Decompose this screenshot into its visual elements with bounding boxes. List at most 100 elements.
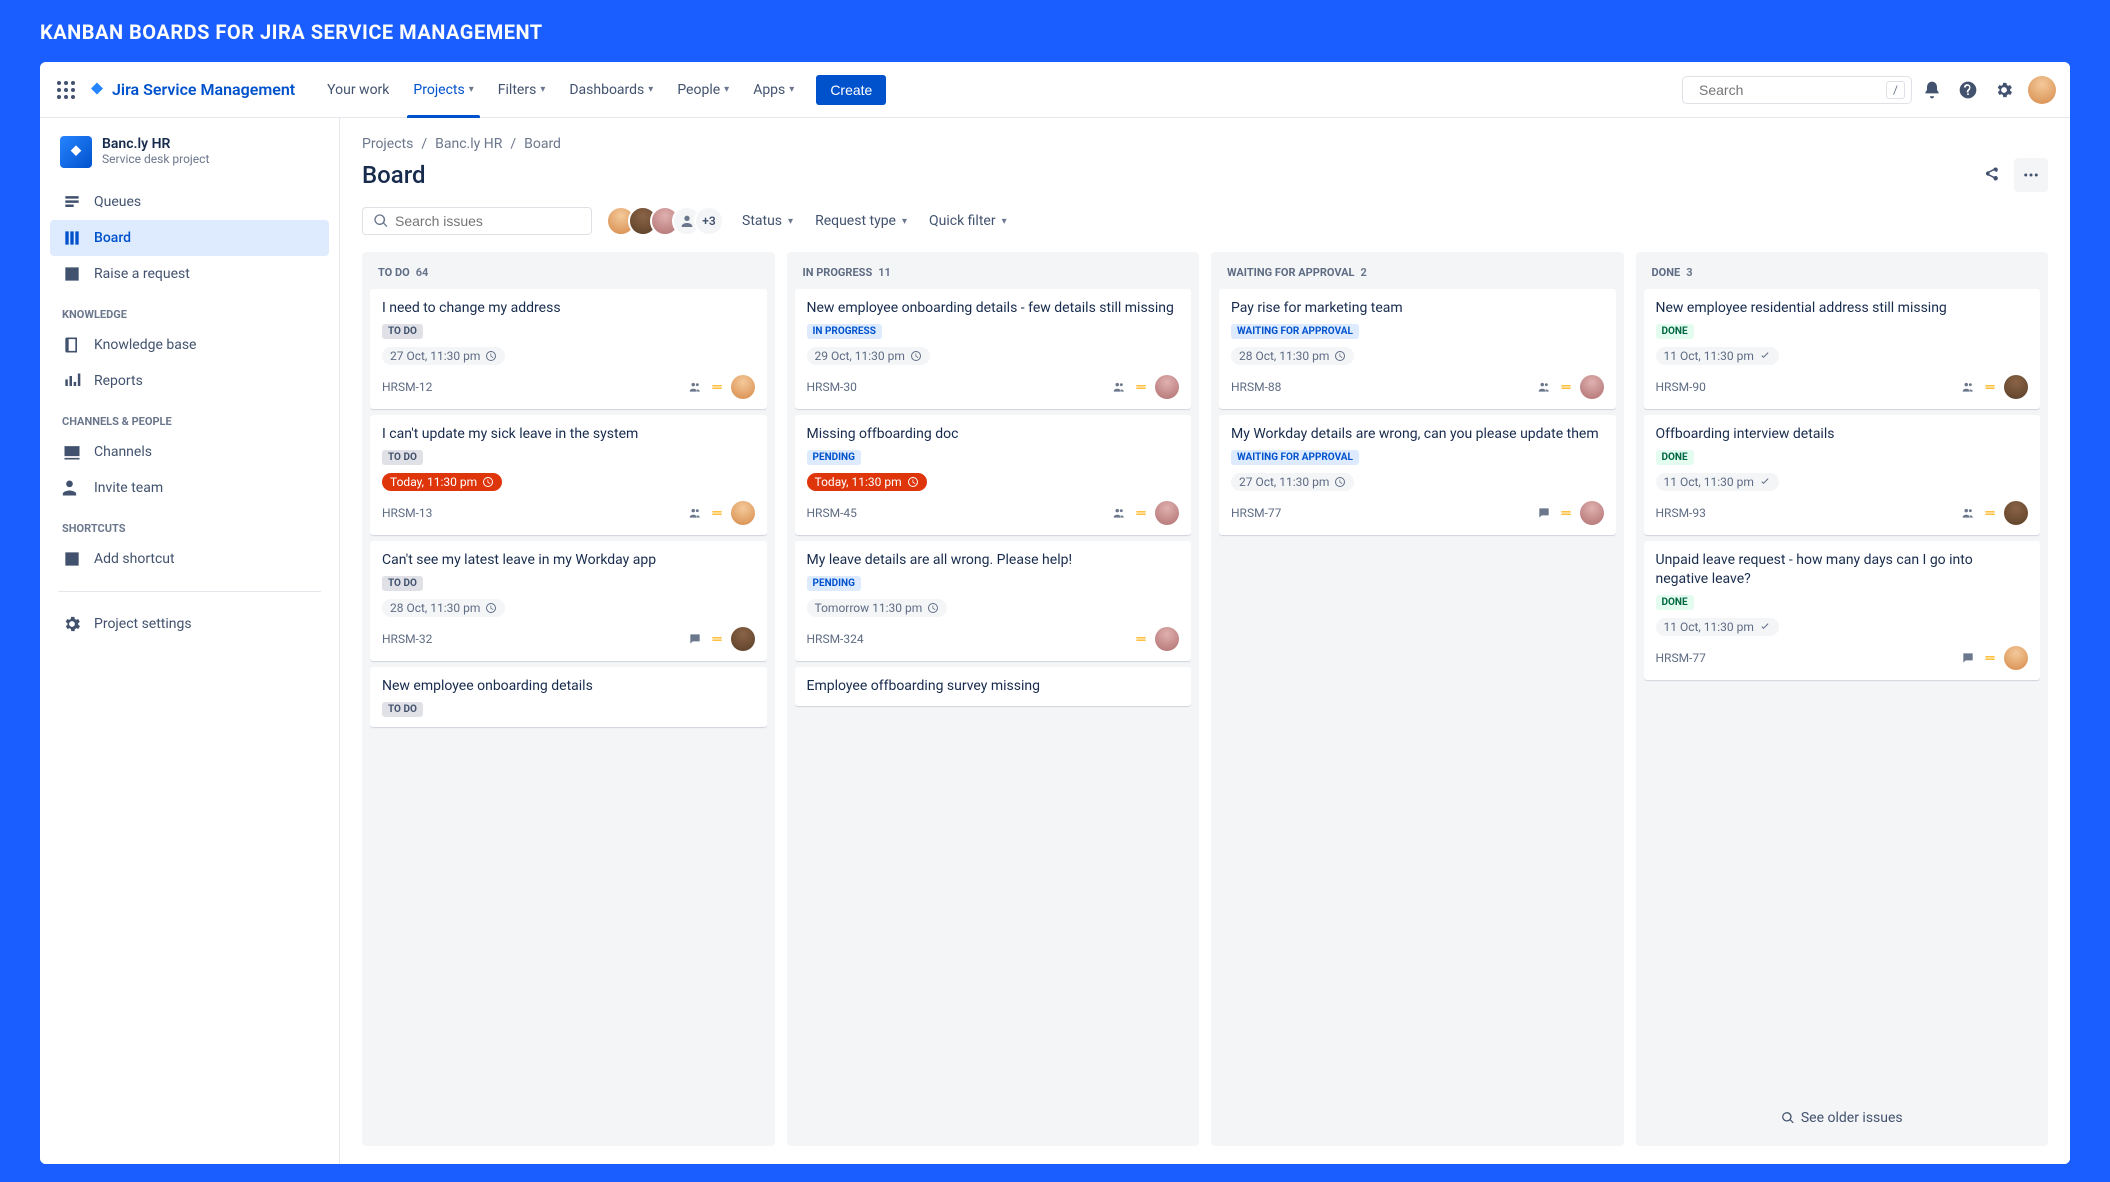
users-icon [1536,379,1552,395]
card-title: New employee onboarding details - few de… [807,299,1180,318]
issue-card[interactable]: Can't see my latest leave in my Workday … [370,541,767,661]
page-title: Board [362,161,426,189]
assignee-avatar[interactable] [1155,501,1179,525]
status-lozenge: TO DO [382,450,423,465]
column-header: TO DO64 [370,260,767,289]
assignee-avatar[interactable] [731,501,755,525]
sidebar-item-label: Board [94,230,131,246]
sidebar-item-queues[interactable]: Queues [50,184,329,220]
topbar: Jira Service Management Your work Projec… [40,62,2070,118]
comment-icon [1536,505,1552,521]
sidebar-separator [58,591,321,592]
assignee-avatar[interactable] [731,375,755,399]
issue-card[interactable]: New employee residential address still m… [1644,289,2041,409]
issue-search-input[interactable] [395,213,581,229]
status-lozenge: DONE [1656,450,1694,465]
issue-card[interactable]: My Workday details are wrong, can you pl… [1219,415,1616,535]
assignee-avatar[interactable] [2004,501,2028,525]
nav-projects[interactable]: Projects [403,62,483,118]
queues-icon [62,192,82,212]
sidebar-item-reports[interactable]: Reports [50,363,329,399]
app-window: Jira Service Management Your work Projec… [40,62,2070,1164]
sidebar-item-raise-request[interactable]: Raise a request [50,256,329,292]
issue-card[interactable]: Missing offboarding docPENDINGToday, 11:… [795,415,1192,535]
comment-icon [1960,650,1976,666]
breadcrumb-project[interactable]: Banc.ly HR [435,136,502,152]
create-button[interactable]: Create [816,75,886,105]
global-search[interactable]: / [1682,76,1912,104]
assignee-avatar[interactable] [1155,627,1179,651]
sidebar-item-invite-team[interactable]: Invite team [50,470,329,506]
sidebar-heading-channels: CHANNELS & PEOPLE [50,399,329,434]
help-icon[interactable] [1952,74,1984,106]
status-lozenge: TO DO [382,702,423,717]
nav-people[interactable]: People [667,62,739,118]
card-title: My Workday details are wrong, can you pl… [1231,425,1604,444]
page-heading: KANBAN BOARDS FOR JIRA SERVICE MANAGEMEN… [40,20,2070,44]
issue-key: HRSM-77 [1656,651,1706,665]
breadcrumb-board[interactable]: Board [524,136,561,152]
nav-apps[interactable]: Apps [743,62,804,118]
nav-filters[interactable]: Filters [488,62,556,118]
assignee-avatar[interactable] [731,627,755,651]
issue-card[interactable]: Unpaid leave request - how many days can… [1644,541,2041,680]
priority-icon [1982,650,1998,666]
issue-key: HRSM-30 [807,380,857,394]
assignee-avatar[interactable] [1580,375,1604,399]
board-column: IN PROGRESS11New employee onboarding det… [787,252,1200,1146]
issue-card[interactable]: I can't update my sick leave in the syst… [370,415,767,535]
app-switcher-icon[interactable] [54,78,78,102]
share-icon[interactable] [1974,158,2008,192]
invite-icon [62,478,82,498]
avatar-more[interactable]: +3 [694,206,724,236]
global-search-input[interactable] [1699,82,1880,98]
issue-card[interactable]: I need to change my addressTO DO27 Oct, … [370,289,767,409]
issue-key: HRSM-77 [1231,506,1281,520]
product-logo[interactable]: Jira Service Management [88,80,295,99]
filter-quick-filter[interactable]: Quick filter [925,207,1011,235]
assignee-avatar[interactable] [1155,375,1179,399]
issue-search[interactable] [362,207,592,235]
issue-card[interactable]: New employee onboarding details TO DO [370,667,767,727]
sidebar-item-label: Raise a request [94,266,190,282]
issue-card[interactable]: My leave details are all wrong. Please h… [795,541,1192,661]
date-chip: Tomorrow 11:30 pm [807,599,948,617]
card-title: I need to change my address [382,299,755,318]
date-chip: 11 Oct, 11:30 pm [1656,618,1779,636]
assignee-avatar[interactable] [2004,375,2028,399]
sidebar-item-label: Project settings [94,616,192,632]
more-icon[interactable] [2014,158,2048,192]
date-chip: Today, 11:30 pm [382,473,502,491]
assignee-avatar[interactable] [1580,501,1604,525]
breadcrumb-projects[interactable]: Projects [362,136,413,152]
assignee-avatar[interactable] [2004,646,2028,670]
sidebar-item-add-shortcut[interactable]: Add shortcut [50,541,329,577]
sidebar-item-board[interactable]: Board [50,220,329,256]
user-avatar[interactable] [2028,76,2056,104]
date-chip: 28 Oct, 11:30 pm [382,599,505,617]
avatar-stack[interactable]: +3 [606,206,724,236]
filter-request-type[interactable]: Request type [811,207,911,235]
issue-card[interactable]: Employee offboarding survey missing [795,667,1192,706]
sidebar-item-channels[interactable]: Channels [50,434,329,470]
issue-card[interactable]: New employee onboarding details - few de… [795,289,1192,409]
filter-row: +3 Status Request type Quick filter [362,206,2048,236]
issue-card[interactable]: Pay rise for marketing teamWAITING FOR A… [1219,289,1616,409]
users-icon [687,505,703,521]
nav-dashboards[interactable]: Dashboards [559,62,663,118]
settings-icon[interactable] [1988,74,2020,106]
date-chip: 11 Oct, 11:30 pm [1656,473,1779,491]
issue-card[interactable]: Offboarding interview detailsDONE11 Oct,… [1644,415,2041,535]
nav-your-work[interactable]: Your work [317,62,399,118]
status-lozenge: TO DO [382,576,423,591]
notifications-icon[interactable] [1916,74,1948,106]
filter-status[interactable]: Status [738,207,797,235]
card-title: New employee onboarding details [382,677,755,696]
sidebar-item-knowledge-base[interactable]: Knowledge base [50,327,329,363]
sidebar-item-project-settings[interactable]: Project settings [50,606,329,642]
issue-key: HRSM-324 [807,632,864,646]
card-title: Employee offboarding survey missing [807,677,1180,696]
priority-icon [709,505,725,521]
see-older-issues[interactable]: See older issues [1644,1098,2041,1138]
users-icon [687,379,703,395]
